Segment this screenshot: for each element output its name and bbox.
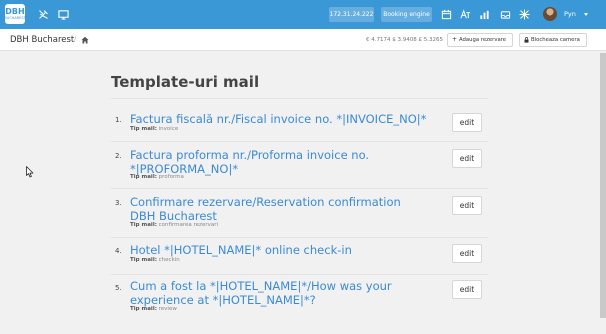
breadcrumb-separator: / [74,35,77,44]
edit-button[interactable]: edit [452,113,482,132]
template-name-link[interactable]: Factura fiscală nr./Fiscal invoice no. *… [130,112,430,126]
page-title: Template-uri mail [111,73,260,91]
scrollbar-thumb[interactable] [600,53,606,318]
calendar-icon[interactable] [439,7,453,21]
template-row: 1. Factura fiscală nr./Fiscal invoice no… [111,106,488,142]
block-room-label: Blocheaza camera [531,37,580,43]
template-name-link[interactable]: Factura proforma nr./Proforma invoice no… [130,148,390,176]
edit-button[interactable]: edit [452,196,482,215]
template-type: Tip mail: checkin [130,257,180,264]
edit-button[interactable]: edit [452,280,482,299]
template-number: 4. [115,247,122,255]
template-name-link[interactable]: Hotel *|HOTEL_NAME|* online check-in [130,243,430,257]
template-row: 3. Confirmare rezervare/Reservation conf… [111,189,488,238]
template-row: 5. Cum a fost la *|HOTEL_NAME|*/How was … [111,275,488,319]
template-number: 3. [115,199,122,207]
template-type-label: Tip mail: [130,306,157,312]
template-number: 1. [115,116,122,124]
top-navbar: DBH BUCHAREST 172.31.24.222 Booking engi… [0,0,606,29]
mouse-cursor-icon [26,166,34,178]
template-number: 2. [115,152,122,160]
chart-icon[interactable] [477,7,491,21]
block-room-button[interactable]: Blocheaza camera [519,33,587,47]
template-row: 2. Factura proforma nr./Proforma invoice… [111,142,488,189]
tools-icon[interactable] [36,7,50,21]
inbox-icon[interactable] [498,7,512,21]
plus-icon: + [452,36,458,43]
add-booking-button[interactable]: + Adauga rezervare [447,33,513,47]
template-type-value: review [158,306,177,312]
ip-address-button[interactable]: 172.31.24.222 [329,7,374,22]
lock-icon [524,37,529,43]
template-type-value: checkin [158,257,180,263]
translate-icon[interactable] [458,7,472,21]
template-type-label: Tip mail: [130,257,157,263]
edit-button[interactable]: edit [452,244,482,263]
template-type: Tip mail: review [130,306,177,313]
user-avatar[interactable] [543,7,557,21]
currency-rates: € 4.7174 $ 3.9408 £ 5.3265 [366,37,443,43]
settings-icon[interactable] [517,7,531,21]
template-type: Tip mail: confirmarea rezervari [130,222,218,229]
template-name-link[interactable]: Cum a fost la *|HOTEL_NAME|*/How was you… [130,279,410,307]
logo-text: DBH [5,7,25,16]
chevron-down-icon[interactable] [584,13,588,16]
template-type-value: invoice [158,126,179,132]
template-type-label: Tip mail: [130,126,157,132]
breadcrumb-hotel[interactable]: DBH Bucharest [10,35,74,45]
template-type-value: confirmarea rezervari [158,222,219,228]
template-type-label: Tip mail: [130,174,157,180]
template-name-link[interactable]: Confirmare rezervare/Reservation confirm… [130,195,410,223]
template-type: Tip mail: proforma [130,174,184,181]
monitor-icon[interactable] [56,7,70,21]
add-booking-label: Adauga rezervare [459,37,507,43]
sub-navbar: DBH Bucharest / € 4.7174 $ 3.9408 £ 5.32… [0,29,606,51]
template-number: 5. [115,284,122,292]
title-divider [111,98,488,99]
booking-engine-button[interactable]: Booking engine [381,7,432,22]
logo-subtext: BUCHAREST [4,16,26,20]
template-type-value: proforma [158,174,184,180]
template-row: 4. Hotel *|HOTEL_NAME|* online check-in … [111,238,488,275]
home-icon[interactable] [81,36,89,44]
template-type: Tip mail: invoice [130,126,178,133]
template-type-label: Tip mail: [130,222,157,228]
user-name[interactable]: Pyn [564,8,576,21]
app-logo[interactable]: DBH BUCHAREST [4,4,26,24]
edit-button[interactable]: edit [452,149,482,168]
